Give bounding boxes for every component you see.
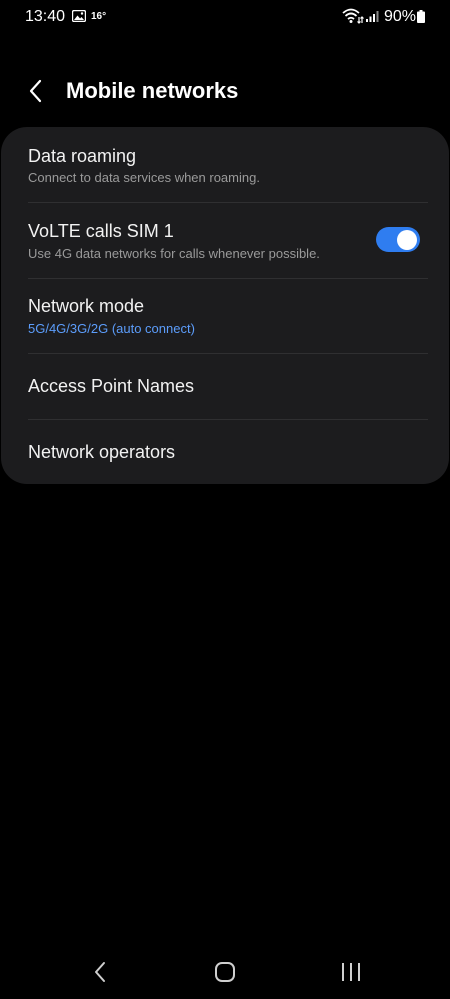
access-point-names-title: Access Point Names xyxy=(28,376,195,396)
back-icon[interactable] xyxy=(26,78,48,104)
status-time: 13:40 xyxy=(25,8,66,25)
volte-calls-subtitle: Use 4G data networks for calls whenever … xyxy=(28,246,320,261)
gallery-icon xyxy=(72,10,86,22)
network-mode-title: Network mode xyxy=(28,296,145,316)
page-title: Mobile networks xyxy=(66,78,239,103)
toggle-knob xyxy=(397,229,417,250)
settings-card: Data roaming Connect to data services wh… xyxy=(1,127,449,484)
nav-back-icon[interactable] xyxy=(90,960,110,984)
data-roaming-item[interactable]: Data roaming Connect to data services wh… xyxy=(1,127,449,203)
data-roaming-subtitle: Connect to data services when roaming. xyxy=(28,170,260,185)
network-mode-value: 5G/4G/3G/2G (auto connect) xyxy=(28,321,195,336)
volte-calls-title: VoLTE calls SIM 1 xyxy=(28,221,174,241)
access-point-names-item[interactable]: Access Point Names xyxy=(1,354,449,419)
volte-toggle[interactable] xyxy=(376,227,420,252)
nav-recents-icon[interactable] xyxy=(340,962,362,982)
battery-icon xyxy=(417,10,425,23)
data-roaming-title: Data roaming xyxy=(28,146,137,166)
signal-icon xyxy=(366,11,379,22)
network-operators-title: Network operators xyxy=(28,442,176,462)
wifi-icon xyxy=(342,8,364,24)
navigation-bar xyxy=(0,950,450,994)
network-operators-item[interactable]: Network operators xyxy=(1,420,449,484)
nav-home-icon[interactable] xyxy=(214,961,236,983)
screen: 13:40 16° 90% Mobile networks Data roami… xyxy=(0,0,450,999)
status-battery-percent: 90% xyxy=(384,8,417,25)
status-bar: 13:40 16° 90% xyxy=(0,0,450,34)
app-header: Mobile networks xyxy=(0,66,450,116)
status-temperature: 16° xyxy=(91,11,107,22)
network-mode-item[interactable]: Network mode 5G/4G/3G/2G (auto connect) xyxy=(1,279,449,353)
